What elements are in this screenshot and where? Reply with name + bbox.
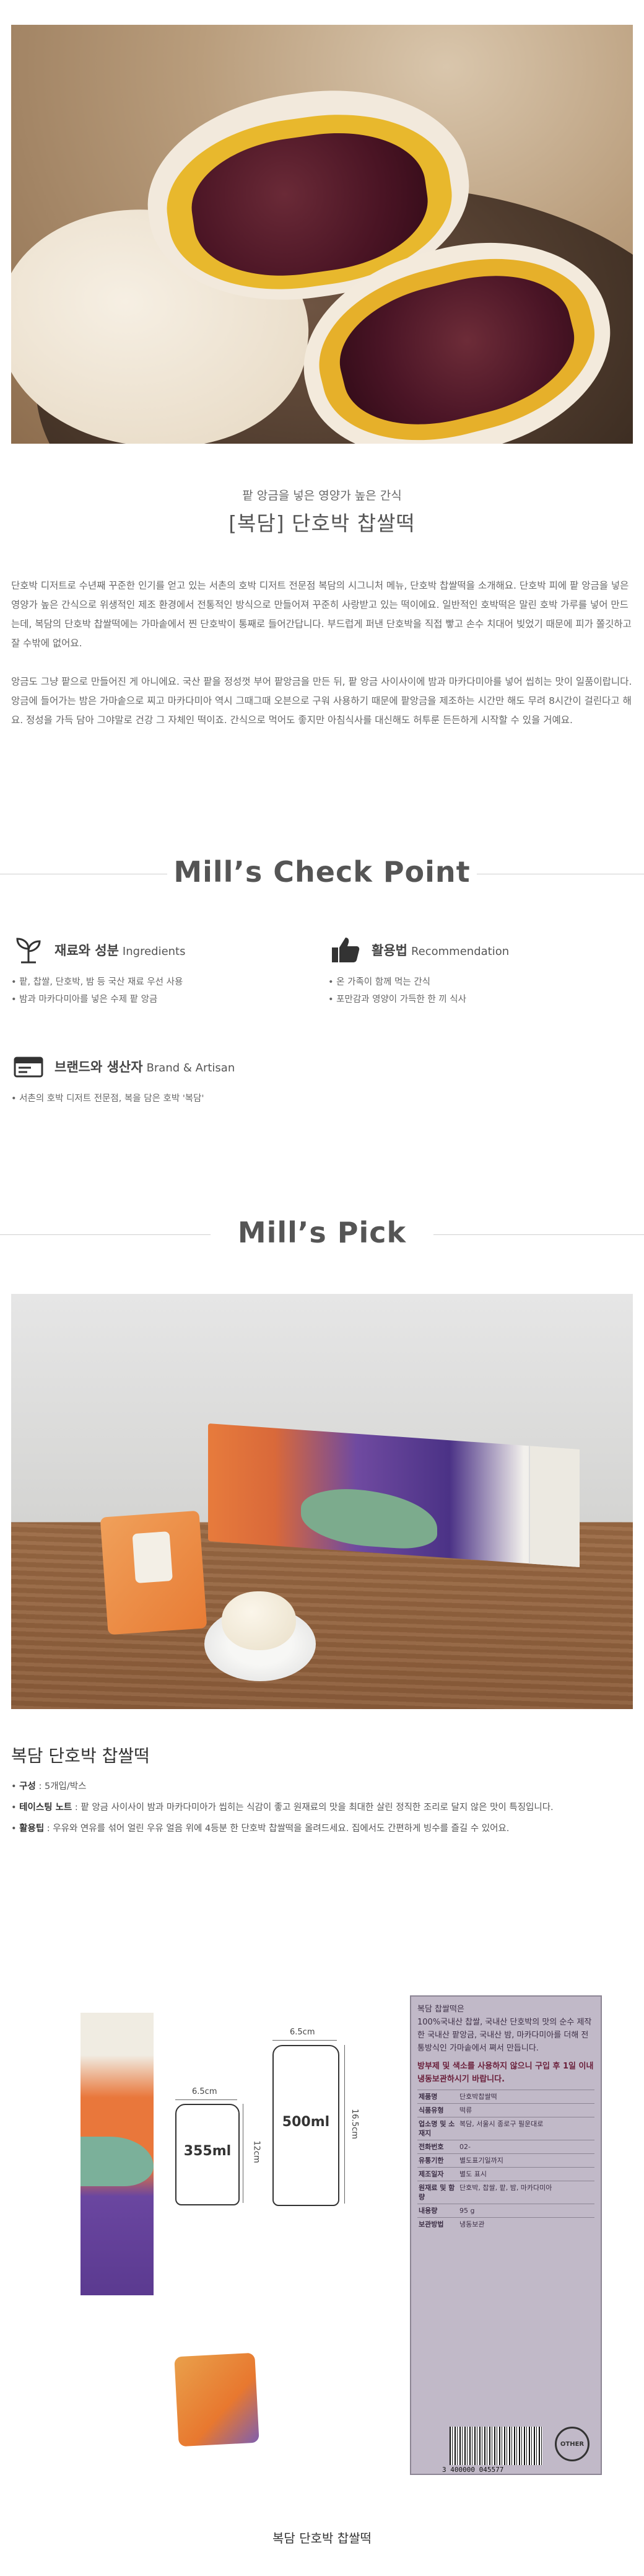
- label-body: 100%국내산 찹쌀, 국내산 단호박의 맛의 순수 제작한 국내산 팥앙금, …: [417, 2018, 592, 2053]
- product-detail-page: 팥 앙금을 넣은 영양가 높은 간식 [복담] 단호박 찹쌀떡 단호박 디저트로…: [0, 0, 644, 2576]
- thumbs-up-icon: [328, 933, 363, 967]
- check-point-title: Mill’s Check Point: [173, 855, 471, 889]
- table-row: 유통기한 별도표기일까지: [417, 2153, 594, 2168]
- table-row: 전화번호 02-: [417, 2140, 594, 2154]
- can2-height: 16.5cm: [349, 2109, 359, 2139]
- hero-photo: [11, 25, 633, 444]
- nutrition-label-panel: 복담 찹쌀떡은 100%국내산 찹쌀, 국내산 단호박의 맛의 순수 제작한 국…: [410, 1995, 602, 2475]
- table-row: 제품명 단호박찹쌀떡: [417, 2090, 594, 2104]
- can-355-outline: 355ml: [175, 2104, 240, 2205]
- can1-width: 6.5cm: [192, 2087, 217, 2096]
- checkpoint-recommendation: 활용법 Recommendation • 온 가족이 함께 먹는 간식 • 포만감…: [328, 933, 509, 1008]
- detail-value: : 팥 앙금 사이사이 밤과 마카다미아가 씹히는 식감이 좋고 원재료의 맛을…: [72, 1803, 554, 1813]
- label-table: 제품명 단호박찹쌀떡 식품유형 떡류 업소명 및 소재지 복담, 서울시 종로구 필운…: [417, 2090, 594, 2231]
- cp-title-en-brand: Brand & Artisan: [146, 1062, 235, 1075]
- list-item: • 밤과 마카다미아를 넣은 수제 팥 앙금: [11, 995, 158, 1004]
- detail-key: 구성: [19, 1782, 36, 1791]
- individual-pack: [100, 1510, 207, 1635]
- detail-value: : 우유와 연유를 섞어 얼린 우유 얼음 위에 4등분 한 단호박 찹쌀떡을 …: [44, 1824, 510, 1834]
- cp-title-recommendation: 활용법: [372, 943, 407, 958]
- list-item: • 테이스팅 노트 : 팥 앙금 사이사이 밤과 마카다미아가 씹히는 식감이 …: [11, 1803, 554, 1813]
- list-item: • 구성 : 5개입/박스: [11, 1782, 87, 1791]
- product-photo: [11, 1294, 633, 1709]
- list-item: • 활용팁 : 우유와 연유를 섞어 얼린 우유 얼음 위에 4등분 한 단호박…: [11, 1824, 510, 1834]
- pouch-illustration: [174, 2352, 259, 2447]
- sprout-icon: [11, 933, 46, 967]
- recycle-text: OTHER: [560, 2440, 585, 2448]
- label-intro: 복담 찹쌀떡은: [417, 2005, 464, 2014]
- cp-title-en-recommendation: Recommendation: [411, 945, 510, 958]
- barcode-icon: [450, 2427, 542, 2465]
- pick-heading: Mill’s Pick: [0, 1216, 644, 1253]
- table-row: 원재료 및 함량 단호박, 찹쌀, 팥, 밤, 마카다미아: [417, 2181, 594, 2204]
- detail-key: 활용팁: [19, 1824, 45, 1834]
- label-warning: 방부제 및 색소를 사용하지 않으니 구입 후 1일 이내 냉동보관하시기 바랍…: [417, 2062, 594, 2084]
- intro-paragraph-1: 단호박 디저트로 수년째 꾸준한 인기를 얻고 있는 서촌의 호박 디저트 전문…: [11, 580, 632, 649]
- list-item: • 포만감과 영양이 가득한 한 끼 식사: [328, 995, 466, 1004]
- can2-width: 6.5cm: [290, 2028, 315, 2037]
- product-title: [복담] 단호박 찹쌀떡: [228, 511, 416, 535]
- cp-title-en-ingredients: Ingredients: [122, 945, 186, 958]
- brand-card-icon: [11, 1049, 46, 1084]
- product-name: 복담 단호박 찹쌀떡: [11, 1746, 150, 1766]
- package-caption: 복담 단호박 찹쌀떡: [272, 2531, 372, 2546]
- checkpoint-brand: 브랜드와 생산자 Brand & Artisan • 서촌의 호박 디저트 전문점…: [11, 1049, 235, 1107]
- intro-paragraph-2: 앙금도 그냥 팥으로 만들어진 게 아니에요. 국산 팥을 정성껏 부어 팥앙금…: [11, 676, 632, 726]
- product-details: • 구성 : 5개입/박스 • 테이스팅 노트 : 팥 앙금 사이사이 밤과 마…: [11, 1776, 633, 1839]
- can-500-outline: 500ml: [272, 2045, 339, 2206]
- can2-label: 500ml: [282, 2114, 330, 2130]
- cp-title-ingredients: 재료와 성분: [54, 943, 119, 958]
- checkpoint-ingredients: 재료와 성분 Ingredients • 팥, 찹쌀, 단호박, 밤 등 국산 재…: [11, 933, 186, 1008]
- pick-title: Mill’s Pick: [237, 1216, 407, 1249]
- list-item: • 팥, 찹쌀, 단호박, 밤 등 국산 재료 우선 사용: [11, 977, 183, 987]
- list-item: • 서촌의 호박 디저트 전문점, 복을 담은 호박 '복담': [11, 1094, 204, 1104]
- can1-height: 12cm: [251, 2140, 261, 2163]
- cp-title-brand: 브랜드와 생산자: [54, 1060, 143, 1075]
- box-illustration: [80, 2013, 154, 2295]
- list-item: • 온 가족이 함께 먹는 간식: [328, 977, 430, 987]
- detail-key: 테이스팅 노트: [19, 1803, 72, 1813]
- detail-value: : 5개입/박스: [35, 1782, 87, 1791]
- product-subtitle: 팥 앙금을 넣은 영양가 높은 간식: [242, 489, 402, 503]
- check-point-heading: Mill’s Check Point: [0, 855, 644, 892]
- table-row: 내용량 95 g: [417, 2204, 594, 2218]
- recycle-icon: OTHER: [555, 2427, 590, 2461]
- mochi-on-plate: [222, 1591, 296, 1650]
- table-row: 업소명 및 소재지 복담, 서울시 종로구 필운대로: [417, 2117, 594, 2140]
- can1-label: 355ml: [183, 2143, 232, 2159]
- table-row: 식품유형 떡류: [417, 2103, 594, 2117]
- table-row: 보관방법 냉동보관: [417, 2217, 594, 2231]
- table-row: 제조일자 별도 표시: [417, 2167, 594, 2181]
- barcode-number: 3 400000 045577: [442, 2466, 504, 2474]
